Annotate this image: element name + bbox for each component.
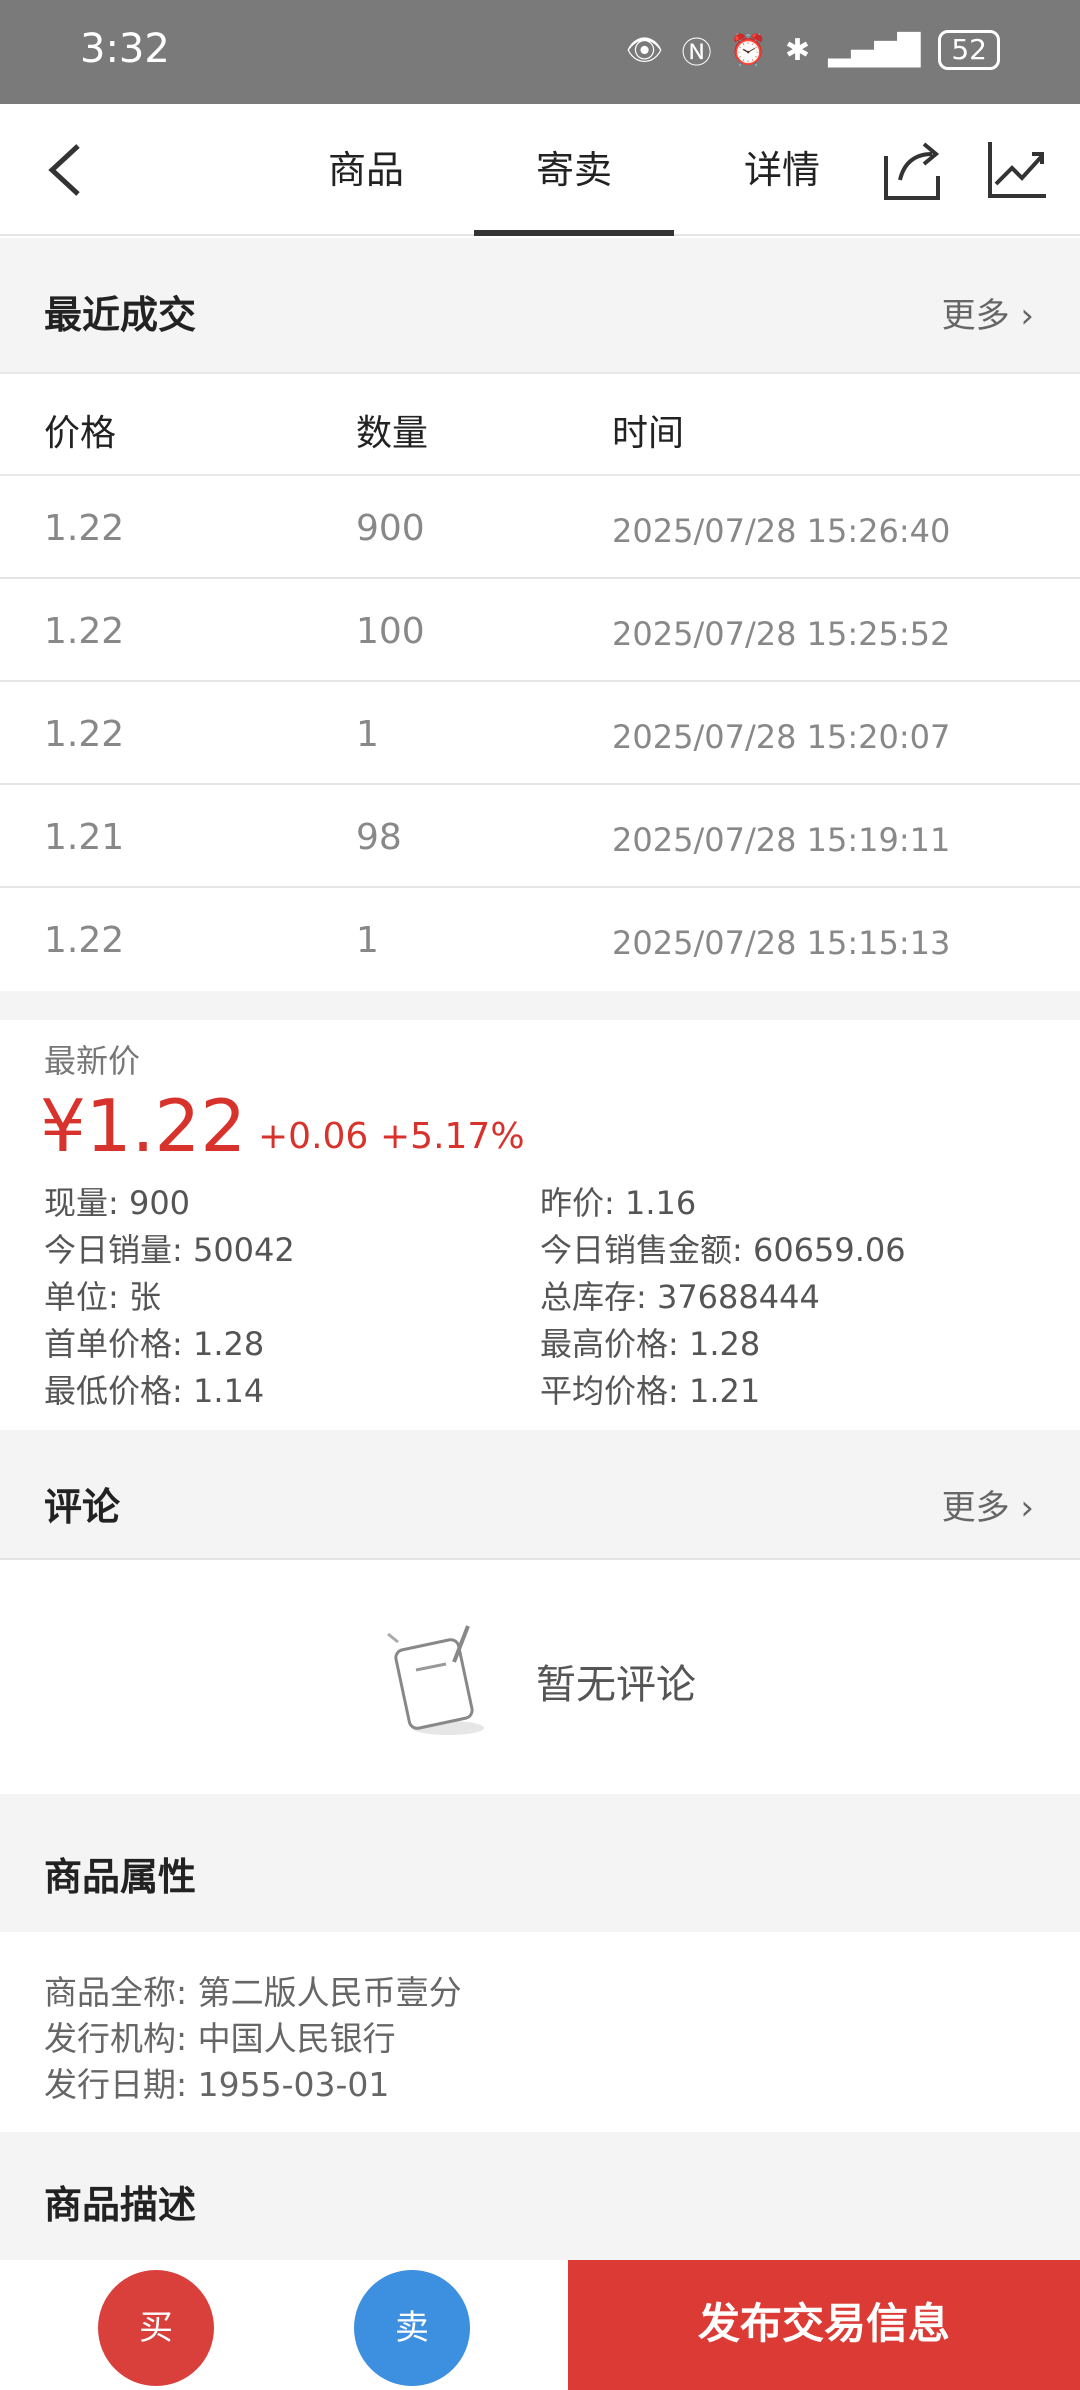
trades-table-header: 价格 数量 时间 bbox=[0, 372, 1080, 476]
status-time: 3:32 bbox=[80, 26, 170, 72]
cell-qty: 100 bbox=[356, 611, 425, 652]
cell-qty: 1 bbox=[356, 920, 379, 961]
cell-time: 2025/07/28 15:20:07 bbox=[612, 718, 951, 756]
cell-price: 1.21 bbox=[44, 817, 125, 858]
latest-price-label: 最新价 bbox=[44, 1042, 141, 1080]
status-icons: 👁 Ⓝ ⏰ ✱ ▂▄▆█ 52 bbox=[625, 28, 1000, 72]
eye-icon: 👁 bbox=[625, 32, 664, 68]
latest-price-value: ¥1.22 bbox=[40, 1084, 247, 1168]
comments-empty-state: 暂无评论 bbox=[0, 1560, 1080, 1794]
publish-trade-button[interactable]: 发布交易信息 bbox=[568, 2260, 1080, 2390]
bluetooth-icon: ✱ bbox=[784, 32, 811, 68]
tab-details[interactable]: 详情 bbox=[678, 104, 886, 236]
attributes-title: 商品属性 bbox=[44, 1855, 197, 1899]
cell-qty: 98 bbox=[356, 817, 402, 858]
buy-button[interactable]: 买 bbox=[98, 2270, 214, 2386]
attr-issue-date: 发行日期: 1955-03-01 bbox=[44, 2065, 390, 2104]
nfc-icon: Ⓝ bbox=[681, 36, 712, 71]
table-row: 1.22 1 2025/07/28 15:20:07 bbox=[0, 682, 1080, 785]
cell-price: 1.22 bbox=[44, 920, 125, 961]
section-divider bbox=[0, 991, 1080, 1020]
header-price: 价格 bbox=[44, 413, 117, 454]
alarm-icon: ⏰ bbox=[729, 32, 767, 68]
price-change: +0.06 bbox=[258, 1116, 369, 1157]
status-bar: 3:32 👁 Ⓝ ⏰ ✱ ▂▄▆█ 52 bbox=[0, 0, 1080, 104]
empty-comment-icon bbox=[387, 1625, 484, 1735]
tab-bar: 商品 寄卖 详情 bbox=[262, 104, 886, 236]
table-row: 1.22 1 2025/07/28 15:15:13 bbox=[0, 888, 1080, 991]
info-total-stock: 总库存: 37688444 bbox=[540, 1278, 820, 1316]
cell-price: 1.22 bbox=[44, 508, 125, 549]
info-today-sales: 今日销量: 50042 bbox=[44, 1231, 295, 1269]
more-label: 更多 bbox=[941, 1488, 1010, 1528]
recent-trades-more-link[interactable]: 更多 › bbox=[942, 288, 1034, 337]
description-title: 商品描述 bbox=[44, 2183, 197, 2227]
attributes-panel: 商品全称: 第二版人民币壹分 发行机构: 中国人民银行 发行日期: 1955-0… bbox=[0, 1932, 1080, 2132]
more-label: 更多 bbox=[941, 296, 1010, 336]
share-icon[interactable] bbox=[880, 136, 944, 204]
chevron-right-icon: › bbox=[1020, 296, 1034, 336]
battery-icon: 52 bbox=[938, 30, 1000, 70]
comments-title: 评论 bbox=[44, 1485, 121, 1529]
cell-qty: 900 bbox=[356, 508, 425, 549]
comments-more-link[interactable]: 更多 › bbox=[942, 1480, 1034, 1529]
top-navbar: 商品 寄卖 详情 bbox=[0, 104, 1080, 236]
info-lowest-price: 最低价格: 1.14 bbox=[44, 1372, 265, 1410]
cell-price: 1.22 bbox=[44, 611, 125, 652]
table-row: 1.22 900 2025/07/28 15:26:40 bbox=[0, 476, 1080, 579]
header-time: 时间 bbox=[612, 413, 685, 454]
description-header: 商品描述 bbox=[0, 2132, 1080, 2260]
info-highest-price: 最高价格: 1.28 bbox=[540, 1325, 761, 1363]
info-yesterday-price: 昨价: 1.16 bbox=[540, 1184, 697, 1222]
info-current-volume: 现量: 900 bbox=[44, 1184, 191, 1222]
signal-icon: ▂▄▆█ bbox=[828, 32, 921, 68]
cell-time: 2025/07/28 15:25:52 bbox=[612, 615, 951, 653]
table-row: 1.22 100 2025/07/28 15:25:52 bbox=[0, 579, 1080, 682]
chevron-right-icon: › bbox=[1020, 1488, 1034, 1528]
latest-price-panel: 最新价 ¥1.22 +0.06 +5.17% 现量: 900 今日销量: 500… bbox=[0, 1020, 1080, 1430]
trend-chart-icon[interactable] bbox=[986, 138, 1048, 200]
attributes-header: 商品属性 bbox=[0, 1794, 1080, 1932]
recent-trades-title: 最近成交 bbox=[44, 293, 197, 337]
recent-trades-header: 最近成交 更多 › bbox=[0, 238, 1080, 372]
cell-qty: 1 bbox=[356, 714, 379, 755]
info-unit: 单位: 张 bbox=[44, 1278, 161, 1316]
attr-full-name: 商品全称: 第二版人民币壹分 bbox=[44, 1973, 462, 2012]
tab-consign[interactable]: 寄卖 bbox=[470, 104, 678, 236]
sell-button[interactable]: 卖 bbox=[354, 2270, 470, 2386]
info-today-amount: 今日销售金额: 60659.06 bbox=[540, 1231, 906, 1269]
header-qty: 数量 bbox=[356, 413, 429, 454]
info-average-price: 平均价格: 1.21 bbox=[540, 1372, 761, 1410]
cell-time: 2025/07/28 15:15:13 bbox=[612, 924, 951, 962]
cell-time: 2025/07/28 15:26:40 bbox=[612, 512, 951, 550]
back-arrow-icon[interactable] bbox=[42, 140, 92, 200]
info-first-price: 首单价格: 1.28 bbox=[44, 1325, 265, 1363]
empty-comment-text: 暂无评论 bbox=[536, 1662, 696, 1708]
attr-issuer: 发行机构: 中国人民银行 bbox=[44, 2019, 396, 2058]
cell-price: 1.22 bbox=[44, 714, 125, 755]
price-change-pct: +5.17% bbox=[380, 1116, 525, 1157]
cell-time: 2025/07/28 15:19:11 bbox=[612, 821, 951, 859]
comments-header: 评论 更多 › bbox=[0, 1430, 1080, 1560]
bottom-action-bar: 买 卖 发布交易信息 bbox=[0, 2260, 1080, 2390]
tab-product[interactable]: 商品 bbox=[262, 104, 470, 236]
table-row: 1.21 98 2025/07/28 15:19:11 bbox=[0, 785, 1080, 888]
